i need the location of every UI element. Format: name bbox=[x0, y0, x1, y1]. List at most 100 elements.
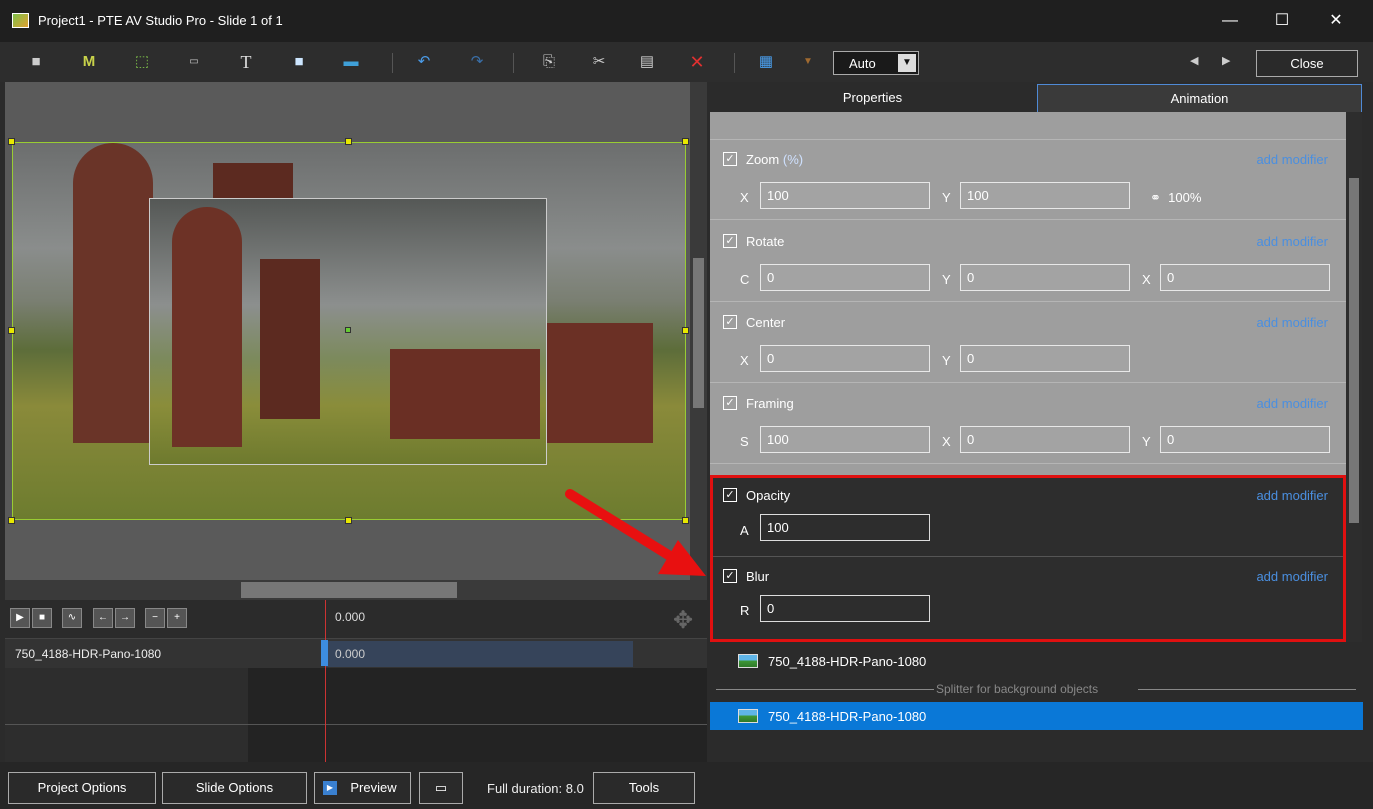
resize-handle[interactable] bbox=[345, 138, 352, 145]
frame-icon[interactable]: ⬚ bbox=[132, 53, 152, 71]
framing-y-field[interactable]: 0 bbox=[1160, 426, 1330, 453]
grid-dropdown-icon[interactable]: ▼ bbox=[798, 53, 818, 71]
playhead[interactable] bbox=[325, 600, 326, 762]
pan-row-partial bbox=[710, 112, 1346, 140]
resize-handle[interactable] bbox=[682, 138, 689, 145]
rotate-y-field[interactable]: 0 bbox=[960, 264, 1130, 291]
scroll-thumb[interactable] bbox=[241, 582, 457, 598]
center-handle[interactable] bbox=[345, 327, 351, 333]
canvas-horizontal-scrollbar[interactable] bbox=[5, 580, 690, 600]
track-clip[interactable]: 0.000 bbox=[325, 641, 633, 667]
tab-animation[interactable]: Animation bbox=[1037, 84, 1362, 112]
splitter-line bbox=[1138, 689, 1356, 690]
zoom-out-icon[interactable]: − bbox=[145, 608, 165, 628]
framing-s-field[interactable]: 100 bbox=[760, 426, 930, 453]
next-slide-icon[interactable]: ▶ bbox=[1222, 54, 1230, 67]
resize-handle[interactable] bbox=[8, 138, 15, 145]
tools-button[interactable]: Tools bbox=[593, 772, 695, 804]
timeline-track-area[interactable] bbox=[248, 668, 707, 762]
toolbar-separator bbox=[513, 53, 514, 73]
slide-options-button[interactable]: Slide Options bbox=[162, 772, 307, 804]
scroll-thumb[interactable] bbox=[693, 258, 704, 408]
close-window-button[interactable]: ✕ bbox=[1316, 8, 1356, 34]
scroll-thumb[interactable] bbox=[1349, 178, 1359, 523]
add-modifier-link[interactable]: add modifier bbox=[1256, 234, 1328, 249]
tab-properties[interactable]: Properties bbox=[710, 84, 1035, 112]
link-proportions[interactable]: ⚭ 100% bbox=[1150, 190, 1201, 206]
zoom-group: ✓ Zoom (%) add modifier X 100 Y 100 ⚭ 10… bbox=[710, 140, 1346, 220]
center-checkbox[interactable]: ✓ bbox=[723, 315, 737, 329]
window-title: Project1 - PTE AV Studio Pro - Slide 1 o… bbox=[38, 13, 283, 28]
rotate-c-field[interactable]: 0 bbox=[760, 264, 930, 291]
timeline-track[interactable]: 750_4188-HDR-Pano-1080 0.000 bbox=[5, 638, 707, 668]
maximize-button[interactable]: ☐ bbox=[1262, 8, 1302, 34]
undo-icon[interactable]: ↶ bbox=[414, 53, 434, 71]
timeline-divider bbox=[5, 724, 707, 725]
text-icon[interactable]: T bbox=[236, 53, 256, 71]
center-group: ✓ Center add modifier X 0 Y 0 bbox=[710, 303, 1346, 383]
resize-handle[interactable] bbox=[682, 327, 689, 334]
axis-label: X bbox=[740, 353, 749, 368]
zoom-select[interactable]: Auto ▼ bbox=[833, 51, 919, 75]
rotate-x-field[interactable]: 0 bbox=[1160, 264, 1330, 291]
framing-group: ✓ Framing add modifier S 100 X 0 Y 0 bbox=[710, 384, 1346, 464]
camera-icon[interactable]: ■ bbox=[26, 53, 46, 71]
panel-tabs: Properties Animation bbox=[710, 82, 1363, 112]
move-icon[interactable]: ✥ bbox=[673, 606, 693, 635]
list-item-selected[interactable]: 750_4188-HDR-Pano-1080 bbox=[710, 702, 1363, 730]
arch-shape bbox=[260, 259, 320, 419]
framing-x-field[interactable]: 0 bbox=[960, 426, 1130, 453]
brick-block-shape bbox=[390, 349, 540, 439]
delete-icon[interactable]: ✕ bbox=[687, 53, 707, 71]
resize-handle[interactable] bbox=[8, 517, 15, 524]
full-duration: Full duration: 8.0 bbox=[487, 781, 584, 796]
screen-icon[interactable]: ▭ bbox=[419, 772, 463, 804]
zoom-label-text: Zoom bbox=[746, 152, 780, 167]
clip-time: 0.000 bbox=[335, 647, 366, 661]
arrow-left-icon[interactable]: ← bbox=[93, 608, 113, 628]
preview-button[interactable]: ▶ Preview bbox=[314, 772, 411, 804]
play-icon[interactable]: ▶ bbox=[10, 608, 30, 628]
rotate-group: ✓ Rotate add modifier C 0 Y 0 X 0 bbox=[710, 222, 1346, 302]
annotation-arrow bbox=[565, 489, 706, 576]
rotate-checkbox[interactable]: ✓ bbox=[723, 234, 737, 248]
add-modifier-link[interactable]: add modifier bbox=[1256, 315, 1328, 330]
mask-icon[interactable]: M bbox=[79, 53, 99, 71]
stop-icon[interactable]: ■ bbox=[32, 608, 52, 628]
zoom-x-field[interactable]: 100 bbox=[760, 182, 930, 209]
list-item[interactable]: 750_4188-HDR-Pano-1080 bbox=[710, 647, 1363, 675]
properties-scrollbar[interactable] bbox=[1346, 112, 1362, 642]
toolbar-separator bbox=[392, 53, 393, 73]
rectangle-icon[interactable]: ■ bbox=[289, 53, 309, 71]
close-button[interactable]: Close bbox=[1256, 50, 1358, 77]
copy-icon[interactable]: ⎘ bbox=[539, 53, 559, 71]
image-icon[interactable]: ▬ bbox=[341, 53, 361, 71]
prev-slide-icon[interactable]: ◀ bbox=[1190, 54, 1198, 67]
framing-checkbox[interactable]: ✓ bbox=[723, 396, 737, 410]
project-options-button[interactable]: Project Options bbox=[8, 772, 156, 804]
rotate-label: Rotate bbox=[746, 234, 785, 249]
keyframe-marker[interactable] bbox=[321, 640, 328, 666]
center-label: Center bbox=[746, 315, 786, 330]
button-icon[interactable]: ▭ bbox=[184, 53, 204, 71]
center-x-field[interactable]: 0 bbox=[760, 345, 930, 372]
object-name: 750_4188-HDR-Pano-1080 bbox=[768, 709, 927, 724]
resize-handle[interactable] bbox=[345, 517, 352, 524]
paste-icon[interactable]: ▤ bbox=[637, 53, 657, 71]
splitter-line bbox=[716, 689, 934, 690]
arrow-right-icon[interactable]: → bbox=[115, 608, 135, 628]
waveform-icon[interactable]: ∿ bbox=[62, 608, 82, 628]
zoom-y-field[interactable]: 100 bbox=[960, 182, 1130, 209]
minimize-button[interactable]: — bbox=[1210, 8, 1250, 34]
center-y-field[interactable]: 0 bbox=[960, 345, 1130, 372]
add-modifier-link[interactable]: add modifier bbox=[1256, 396, 1328, 411]
resize-handle[interactable] bbox=[8, 327, 15, 334]
zoom-checkbox[interactable]: ✓ bbox=[723, 152, 737, 166]
toolbar: ■ M ⬚ ▭ T ■ ▬ ↶ ↷ ⎘ ✂ ▤ ✕ ▦ ▼ Auto ▼ ◀ ▶… bbox=[0, 42, 1373, 82]
zoom-in-icon[interactable]: + bbox=[167, 608, 187, 628]
add-modifier-link[interactable]: add modifier bbox=[1256, 152, 1328, 167]
cut-icon[interactable]: ✂ bbox=[589, 53, 609, 71]
redo-icon[interactable]: ↷ bbox=[467, 53, 487, 71]
chevron-down-icon[interactable]: ▼ bbox=[898, 54, 916, 72]
grid-icon[interactable]: ▦ bbox=[756, 53, 776, 71]
